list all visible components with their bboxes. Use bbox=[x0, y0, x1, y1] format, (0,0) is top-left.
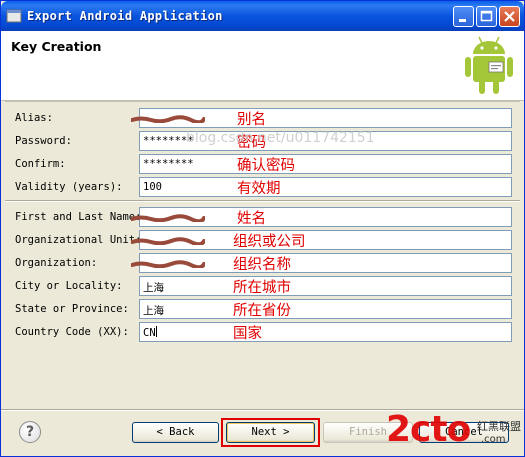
close-button[interactable] bbox=[499, 6, 520, 27]
title-bar[interactable]: Export Android Application bbox=[1, 1, 524, 31]
form-group-divider bbox=[5, 200, 520, 202]
field-value: 上海 bbox=[143, 282, 164, 294]
back-button[interactable]: < Back bbox=[132, 422, 219, 443]
watermark-logo: 2cto bbox=[386, 409, 471, 450]
field-annotation: 姓名 bbox=[237, 211, 266, 227]
field-annotation: 密码 bbox=[237, 135, 266, 151]
field-label: Organization: bbox=[15, 257, 98, 269]
redaction-scribble bbox=[131, 260, 205, 268]
window-title: Export Android Application bbox=[27, 9, 223, 23]
text-field[interactable]: 100 bbox=[139, 177, 512, 197]
android-logo-icon bbox=[465, 36, 513, 94]
text-field[interactable]: 上海 bbox=[139, 299, 512, 319]
minimize-icon bbox=[459, 19, 466, 22]
field-label: Password: bbox=[15, 135, 72, 147]
text-field[interactable]: 上海 bbox=[139, 276, 512, 296]
form-row: First and Last Name: 姓名 bbox=[1, 207, 524, 227]
field-label: Confirm: bbox=[15, 158, 66, 170]
maximize-icon bbox=[480, 10, 493, 22]
form-row: Alias: 别名 bbox=[1, 108, 524, 128]
field-value: ******** bbox=[143, 135, 194, 147]
field-label: Country Code (XX): bbox=[15, 326, 129, 338]
text-cursor bbox=[155, 326, 157, 337]
redaction-scribble bbox=[131, 237, 205, 245]
help-icon: ? bbox=[25, 424, 35, 440]
help-button[interactable]: ? bbox=[19, 421, 41, 443]
watermark-site-domain: .com bbox=[481, 434, 506, 445]
text-field[interactable]: ******** bbox=[139, 131, 512, 151]
field-annotation: 国家 bbox=[233, 326, 262, 342]
text-field[interactable]: CN bbox=[139, 322, 512, 342]
form-row: Password: ******** 密码 bbox=[1, 131, 524, 151]
wizard-header: Key Creation bbox=[1, 31, 524, 101]
header-divider bbox=[5, 101, 520, 102]
form-row: State or Province: 上海 所在省份 bbox=[1, 299, 524, 319]
field-label: City or Locality: bbox=[15, 280, 123, 292]
field-annotation: 组织或公司 bbox=[233, 234, 306, 250]
field-label: Organizational Unit: bbox=[15, 234, 142, 246]
redaction-scribble bbox=[131, 115, 205, 123]
app-window-icon bbox=[6, 9, 22, 23]
field-value: 100 bbox=[143, 181, 162, 193]
watermark-site-name: 红黑联盟 bbox=[477, 420, 521, 433]
field-label: Validity (years): bbox=[15, 181, 123, 193]
maximize-button[interactable] bbox=[476, 6, 497, 27]
export-android-application-dialog: Export Android Application Key Creation bbox=[0, 0, 525, 457]
field-value: 上海 bbox=[143, 305, 164, 317]
field-annotation: 所在省份 bbox=[233, 303, 291, 319]
field-annotation: 别名 bbox=[237, 112, 266, 128]
field-value: CN bbox=[143, 327, 156, 339]
field-label: First and Last Name: bbox=[15, 211, 142, 223]
field-annotation: 组织名称 bbox=[233, 257, 291, 273]
form-row: Country Code (XX): CN 国家 bbox=[1, 322, 524, 342]
field-value: ******** bbox=[143, 158, 194, 170]
form-row: City or Locality: 上海 所在城市 bbox=[1, 276, 524, 296]
close-icon bbox=[504, 11, 515, 22]
text-field[interactable]: ******** bbox=[139, 154, 512, 174]
field-label: State or Province: bbox=[15, 303, 129, 315]
field-annotation: 有效期 bbox=[237, 181, 281, 197]
form-row: Organizational Unit: 组织或公司 bbox=[1, 230, 524, 250]
next-button[interactable]: Next > bbox=[226, 422, 315, 443]
form-row: Confirm: ******** 确认密码 bbox=[1, 154, 524, 174]
form-row: Organization: 组织名称 bbox=[1, 253, 524, 273]
redaction-scribble bbox=[131, 214, 205, 222]
form-row: Validity (years): 100 有效期 bbox=[1, 177, 524, 197]
field-label: Alias: bbox=[15, 112, 53, 124]
field-annotation: 确认密码 bbox=[237, 158, 295, 174]
field-annotation: 所在城市 bbox=[233, 280, 291, 296]
minimize-button[interactable] bbox=[453, 6, 474, 27]
page-title: Key Creation bbox=[11, 39, 102, 54]
